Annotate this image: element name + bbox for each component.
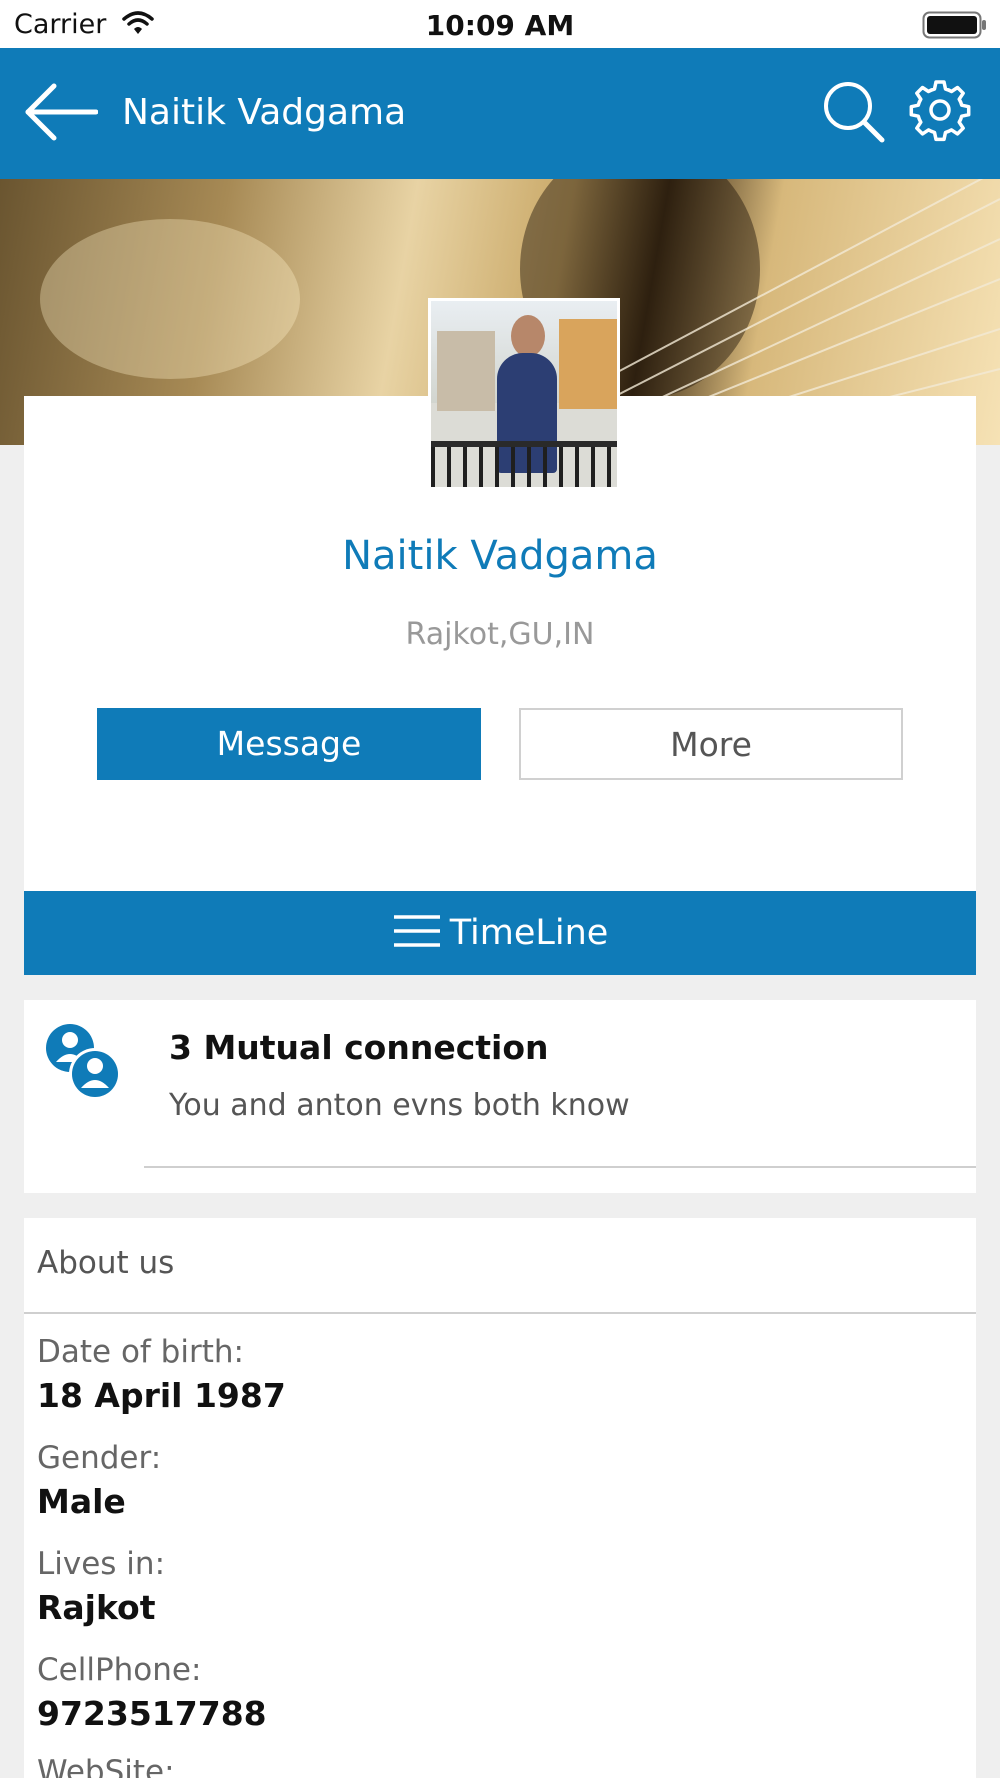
- battery-icon: [922, 11, 988, 43]
- divider: [24, 1312, 976, 1314]
- menu-icon: [392, 913, 442, 953]
- profile-location: Rajkot,GU,IN: [405, 617, 595, 652]
- field-value: 9723517788: [37, 1694, 267, 1733]
- field-gender: Gender: Male: [37, 1440, 161, 1521]
- profile-screen: Carrier 10:09 AM Naitik Vadgama Naitik V…: [0, 0, 1000, 1778]
- avatar[interactable]: [428, 298, 620, 490]
- field-lives-in: Lives in: Rajkot: [37, 1546, 165, 1627]
- mutual-title: 3 Mutual connection: [169, 1028, 549, 1067]
- field-label: CellPhone:: [37, 1652, 202, 1688]
- mutual-connection-card[interactable]: 3 Mutual connection You and anton evns b…: [24, 1000, 976, 1193]
- field-label: Gender:: [37, 1440, 162, 1476]
- app-title: Naitik Vadgama: [122, 92, 407, 133]
- back-arrow-icon[interactable]: [24, 82, 99, 146]
- field-value: Rajkot: [37, 1588, 156, 1627]
- message-button[interactable]: Message: [97, 708, 481, 780]
- profile-name: Naitik Vadgama: [342, 533, 658, 579]
- divider: [144, 1166, 976, 1168]
- more-button[interactable]: More: [519, 708, 903, 780]
- field-label: Lives in:: [37, 1546, 166, 1582]
- people-icon: [46, 1022, 126, 1106]
- profile-card: Naitik Vadgama Rajkot,GU,IN Message More: [24, 298, 976, 891]
- app-bar: Naitik Vadgama: [0, 48, 1000, 179]
- field-value: 18 April 1987: [37, 1376, 286, 1415]
- field-label: Date of birth:: [37, 1334, 244, 1370]
- about-header: About us: [37, 1245, 175, 1281]
- timeline-label: TimeLine: [449, 913, 609, 953]
- timeline-button[interactable]: TimeLine: [24, 891, 976, 975]
- field-value: Male: [37, 1482, 126, 1521]
- about-card: About us Date of birth: 18 April 1987 Ge…: [24, 1218, 976, 1778]
- search-icon[interactable]: [822, 80, 886, 148]
- field-website: WebSite:: [37, 1754, 175, 1778]
- status-time: 10:09 AM: [425, 9, 575, 42]
- field-label: WebSite:: [37, 1754, 175, 1778]
- field-date-of-birth: Date of birth: 18 April 1987: [37, 1334, 286, 1415]
- mutual-subtitle: You and anton evns both know: [169, 1088, 630, 1123]
- field-cellphone: CellPhone: 9723517788: [37, 1652, 267, 1733]
- status-bar: Carrier 10:09 AM: [0, 0, 1000, 48]
- gear-icon[interactable]: [908, 78, 972, 146]
